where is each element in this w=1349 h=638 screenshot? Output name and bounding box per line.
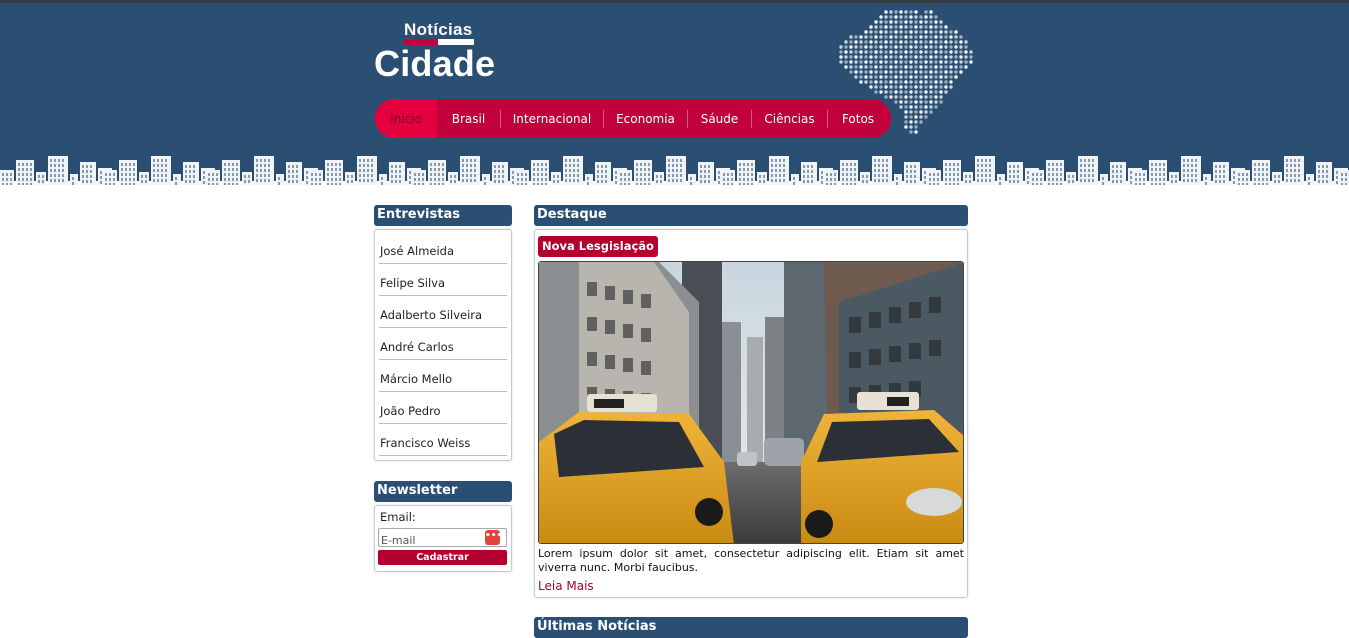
- newsletter-body: Email: ••• Cadastrar: [374, 505, 512, 572]
- logo-text-top: Notícias: [404, 20, 473, 39]
- interviews-box: Entrevistas José Almeida Felipe Silva Ad…: [374, 205, 512, 461]
- latest-news-box: Últimas Notícias: [534, 617, 968, 638]
- interview-link[interactable]: José Almeida: [379, 232, 507, 264]
- featured-box: Destaque Nova Lesgislação Lorem ipsum do…: [534, 205, 968, 598]
- interview-link[interactable]: João Pedro: [379, 392, 507, 424]
- interview-link[interactable]: André Carlos: [379, 328, 507, 360]
- interviews-list: José Almeida Felipe Silva Adalberto Silv…: [375, 230, 511, 460]
- nav-item-economia[interactable]: Economia: [604, 99, 687, 138]
- newsletter-title: Newsletter: [374, 481, 512, 502]
- newsletter-box: Newsletter Email: ••• Cadastrar: [374, 481, 512, 572]
- featured-title: Destaque: [534, 205, 968, 226]
- nav-item-internacional[interactable]: Internacional: [501, 99, 603, 138]
- main-nav: Início Brasil Internacional Economia Sáu…: [375, 99, 891, 138]
- featured-body: Nova Lesgislação Lorem ipsum dolor sit a…: [534, 229, 968, 598]
- interview-link[interactable]: Francisco Weiss: [379, 424, 507, 456]
- read-more-link[interactable]: Leia Mais: [538, 579, 594, 593]
- city-street-taxis-photo: [539, 262, 963, 543]
- subscribe-button[interactable]: Cadastrar: [378, 550, 507, 565]
- interviews-title: Entrevistas: [374, 205, 512, 226]
- nav-item-saude[interactable]: Sáude: [688, 99, 751, 138]
- nav-item-inicio[interactable]: Início: [375, 99, 437, 138]
- site-logo[interactable]: Notícias Cidade: [374, 17, 504, 87]
- featured-tag[interactable]: Nova Lesgislação: [538, 236, 658, 257]
- city-skyline-decoration: [0, 156, 1349, 185]
- featured-text: Lorem ipsum dolor sit amet, consectetur …: [538, 547, 964, 574]
- password-manager-icon[interactable]: •••: [485, 530, 502, 545]
- interview-link[interactable]: Felipe Silva: [379, 264, 507, 296]
- nav-item-fotos[interactable]: Fotos: [828, 99, 888, 138]
- featured-photo[interactable]: [538, 261, 964, 544]
- email-field-wrap: •••: [378, 528, 507, 549]
- email-label: Email:: [380, 510, 416, 524]
- nav-item-ciencias[interactable]: Ciências: [752, 99, 827, 138]
- interview-link[interactable]: Márcio Mello: [379, 360, 507, 392]
- interview-link[interactable]: Adalberto Silveira: [379, 296, 507, 328]
- latest-news-title: Últimas Notícias: [534, 617, 968, 638]
- nav-item-brasil[interactable]: Brasil: [437, 99, 500, 138]
- interviews-body: José Almeida Felipe Silva Adalberto Silv…: [374, 229, 512, 461]
- site-header: Notícias Cidade Início Brasil Internacio…: [0, 3, 1349, 185]
- logo-text-bottom: Cidade: [374, 43, 496, 84]
